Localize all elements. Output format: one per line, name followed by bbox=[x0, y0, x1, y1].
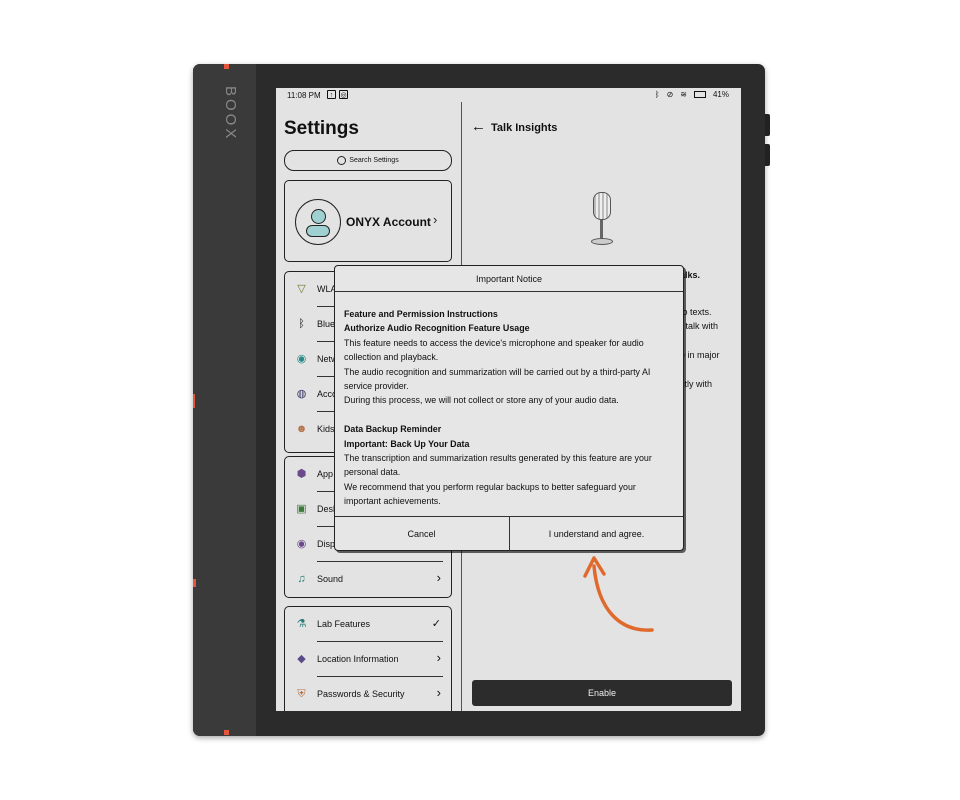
onyx-account-card[interactable]: ONYX Account › bbox=[284, 180, 452, 262]
check-icon: ✓ bbox=[431, 618, 441, 630]
back-arrow-icon[interactable]: ← bbox=[471, 118, 486, 135]
apps-icon: ⬢ bbox=[296, 468, 307, 480]
settings-item-label: Passwords & Security bbox=[317, 689, 405, 699]
page-button[interactable] bbox=[765, 114, 770, 136]
mute-icon: ⊘ bbox=[666, 90, 674, 99]
location-icon: ◆ bbox=[297, 653, 306, 665]
settings-item-location[interactable]: ◆ Location Information › bbox=[285, 642, 451, 677]
wifi-status-icon: ≋ bbox=[680, 90, 687, 99]
description-line: r talk with bbox=[680, 321, 719, 331]
cancel-button[interactable]: Cancel bbox=[335, 517, 508, 551]
bluetooth-status-icon: ᛒ bbox=[654, 90, 660, 99]
status-bar: 11:08 PM ↑ ◎ ᛒ ⊘ ≋ 41% bbox=[276, 88, 741, 104]
settings-group-system: ⚗ Lab Features ✓ ◆ Location Information … bbox=[284, 606, 452, 711]
settings-item-label: Sound bbox=[317, 574, 344, 584]
dialog-footer: Cancel I understand and agree. bbox=[335, 516, 683, 551]
dialog-title: Important Notice bbox=[335, 266, 683, 292]
dialog-paragraph: The transcription and summarization resu… bbox=[344, 453, 652, 478]
dialog-heading: Data Backup Reminder bbox=[344, 424, 442, 435]
page-button[interactable] bbox=[765, 144, 770, 166]
battery-percent: 41% bbox=[712, 90, 729, 99]
network-icon: ◉ bbox=[296, 353, 307, 365]
dialog-subheading: Authorize Audio Recognition Feature Usag… bbox=[344, 323, 530, 334]
settings-item-label: App bbox=[317, 469, 334, 479]
chevron-right-icon: › bbox=[433, 212, 438, 227]
search-input[interactable]: Search Settings bbox=[284, 150, 452, 171]
chevron-right-icon: › bbox=[436, 650, 441, 665]
annotation-arrow-icon bbox=[583, 556, 654, 632]
settings-item-security[interactable]: ⛨ Passwords & Security › bbox=[285, 677, 451, 711]
status-icons: ᛒ ⊘ ≋ 41% bbox=[655, 90, 729, 99]
accent-mark bbox=[224, 64, 229, 69]
desktop-icon: ▣ bbox=[296, 503, 307, 515]
account-label: ONYX Account bbox=[346, 215, 431, 229]
dialog-body: Feature and Permission Instructions Auth… bbox=[344, 307, 674, 509]
battery-icon bbox=[693, 91, 706, 98]
settings-item-label: Blue bbox=[317, 319, 336, 329]
sound-icon: ♫ bbox=[297, 573, 306, 585]
wifi-icon: ▽ bbox=[297, 283, 306, 295]
accent-mark bbox=[193, 579, 196, 587]
accounts-icon: ◍ bbox=[296, 388, 307, 400]
upload-icon: ↑ bbox=[327, 90, 336, 99]
enable-button[interactable]: Enable bbox=[472, 680, 732, 706]
microphone-icon bbox=[588, 192, 616, 248]
accent-mark bbox=[224, 730, 229, 735]
settings-item-lab-features[interactable]: ⚗ Lab Features ✓ bbox=[285, 607, 451, 642]
settings-item-sound[interactable]: ♫ Sound › bbox=[285, 562, 451, 597]
device-spine: BOOX bbox=[193, 64, 256, 736]
search-placeholder: Search Settings bbox=[349, 157, 399, 164]
dialog-subheading: Important: Back Up Your Data bbox=[344, 438, 470, 449]
accent-mark bbox=[193, 394, 195, 408]
display-icon: ◉ bbox=[296, 538, 307, 550]
status-time: 11:08 PM bbox=[287, 91, 321, 100]
description-line: ctly with bbox=[680, 379, 713, 389]
settings-item-label: Disp bbox=[317, 539, 336, 549]
agree-button[interactable]: I understand and agree. bbox=[510, 517, 683, 551]
settings-item-label: Lab Features bbox=[317, 619, 371, 629]
dialog-paragraph: We recommend that you perform regular ba… bbox=[344, 481, 636, 507]
dialog-paragraph: This feature needs to access the device'… bbox=[344, 337, 644, 363]
bluetooth-icon: ᛒ bbox=[298, 318, 305, 330]
description-line: to texts. bbox=[680, 307, 712, 317]
page-title: Settings bbox=[284, 118, 359, 139]
talk-insights-title: Talk Insights bbox=[491, 122, 558, 134]
dialog-paragraph: During this process, we will not collect… bbox=[344, 395, 619, 406]
lab-icon: ⚗ bbox=[296, 618, 307, 630]
dialog-heading: Feature and Permission Instructions bbox=[344, 309, 498, 319]
chevron-right-icon: › bbox=[436, 685, 441, 700]
chevron-right-icon: › bbox=[436, 570, 441, 585]
security-icon: ⛨ bbox=[297, 688, 306, 700]
kids-icon: ☻ bbox=[295, 423, 308, 435]
screenshot-icon: ◎ bbox=[339, 90, 348, 99]
brand-logo: BOOX bbox=[222, 86, 239, 142]
settings-item-label: Kids bbox=[317, 424, 335, 434]
avatar-icon bbox=[295, 199, 341, 245]
settings-item-label: Location Information bbox=[317, 654, 399, 664]
important-notice-dialog: Important Notice Feature and Permission … bbox=[334, 265, 684, 551]
search-icon bbox=[337, 156, 347, 165]
description-line: e in major bbox=[680, 350, 720, 360]
dialog-paragraph: The audio recognition and summarization … bbox=[344, 366, 651, 392]
